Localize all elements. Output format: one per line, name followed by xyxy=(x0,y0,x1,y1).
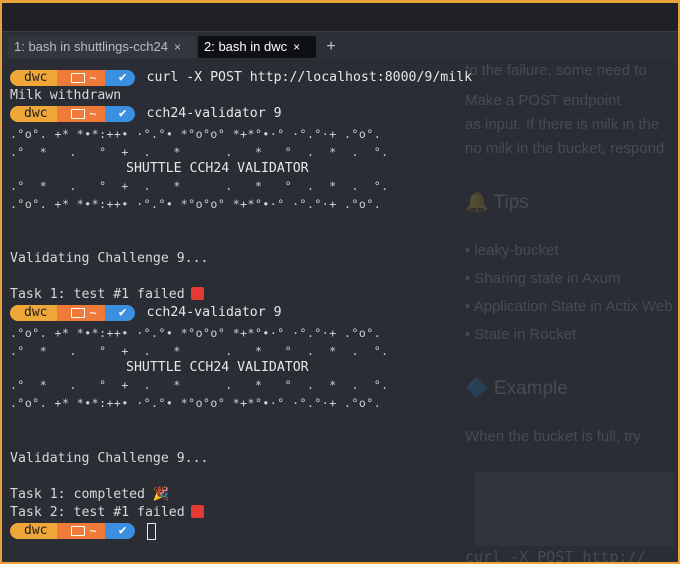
shell-prompt: dwc ~ ✔ cch24-validator 9 xyxy=(10,105,282,123)
command-text: curl -X POST http://localhost:8000/9/mil… xyxy=(146,70,473,85)
check-icon: ✔ xyxy=(104,70,135,86)
shell-prompt: dwc ~ ✔ curl -X POST http://localhost:80… xyxy=(10,69,472,87)
check-icon: ✔ xyxy=(104,305,135,321)
tab-label: 2: bash in dwc xyxy=(204,39,288,54)
failure-icon xyxy=(190,505,204,518)
folder-icon xyxy=(71,109,86,119)
output-line: Task 2: test #1 failed xyxy=(10,504,204,522)
folder-icon xyxy=(71,308,86,318)
command-text: cch24-validator 9 xyxy=(146,305,282,320)
task-status: Task 2: test #1 failed xyxy=(10,505,185,520)
close-icon[interactable]: × xyxy=(174,40,181,54)
banner-border: .° * . ° + . * . * ° . * . °. xyxy=(10,145,389,159)
prompt-dir: ~ xyxy=(57,305,105,321)
output-line: Validating Challenge 9... xyxy=(10,251,209,266)
prompt-user: dwc xyxy=(10,70,58,86)
close-icon[interactable]: × xyxy=(293,40,300,54)
tab-label: 1: bash in shuttlings-cch24 xyxy=(14,39,168,54)
prompt-dir-label: ~ xyxy=(89,306,97,320)
banner-border: .° * . ° + . * . * ° . * . °. xyxy=(10,179,389,193)
output-line: Milk withdrawn xyxy=(10,88,122,103)
title-bar xyxy=(2,3,678,32)
banner-border: .°o°. +* *•*:++• ·°.°• *°o°o° *+*°•·° ·°… xyxy=(10,326,382,340)
banner-border: .°o°. +* *•*:++• ·°.°• *°o°o° *+*°•·° ·°… xyxy=(10,127,382,141)
failure-icon xyxy=(190,287,204,300)
prompt-dir-label: ~ xyxy=(89,107,97,121)
prompt-user: dwc xyxy=(10,106,58,122)
prompt-dir: ~ xyxy=(57,523,105,539)
folder-icon xyxy=(71,73,86,83)
check-icon: ✔ xyxy=(104,523,135,539)
output-line: Task 1: test #1 failed xyxy=(10,286,204,304)
banner-border: .° * . ° + . * . * ° . * . °. xyxy=(10,344,389,358)
banner-border: .°o°. +* *•*:++• ·°.°• *°o°o° *+*°•·° ·°… xyxy=(10,396,382,410)
prompt-dir-label: ~ xyxy=(89,71,97,85)
folder-icon xyxy=(71,526,86,536)
task-status: Task 1: test #1 failed xyxy=(10,287,185,302)
prompt-dir: ~ xyxy=(57,70,105,86)
terminal-cursor[interactable] xyxy=(146,522,156,540)
shell-prompt: dwc ~ ✔ cch24-validator 9 xyxy=(10,304,282,322)
terminal-output: dwc ~ ✔ curl -X POST http://localhost:80… xyxy=(2,61,678,561)
check-icon: ✔ xyxy=(104,106,135,122)
shell-prompt: dwc ~ ✔ xyxy=(10,522,156,540)
prompt-user: dwc xyxy=(10,305,58,321)
banner-title: SHUTTLE CCH24 VALIDATOR xyxy=(126,360,309,375)
prompt-dir: ~ xyxy=(57,106,105,122)
task-status: Task 1: completed 🎉 xyxy=(10,487,170,502)
tab-bash-shuttlings[interactable]: 1: bash in shuttlings-cch24 × xyxy=(8,36,196,58)
banner-title: SHUTTLE CCH24 VALIDATOR xyxy=(126,161,309,176)
banner-border: .° * . ° + . * . * ° . * . °. xyxy=(10,378,389,392)
prompt-dir-label: ~ xyxy=(89,524,97,538)
tab-bash-dwc[interactable]: 2: bash in dwc × xyxy=(198,36,316,58)
command-text: cch24-validator 9 xyxy=(146,106,282,121)
new-tab-button[interactable]: + xyxy=(323,36,339,58)
banner-border: .°o°. +* *•*:++• ·°.°• *°o°o° *+*°•·° ·°… xyxy=(10,197,382,211)
output-line: Validating Challenge 9... xyxy=(10,451,209,466)
prompt-user: dwc xyxy=(10,523,58,539)
